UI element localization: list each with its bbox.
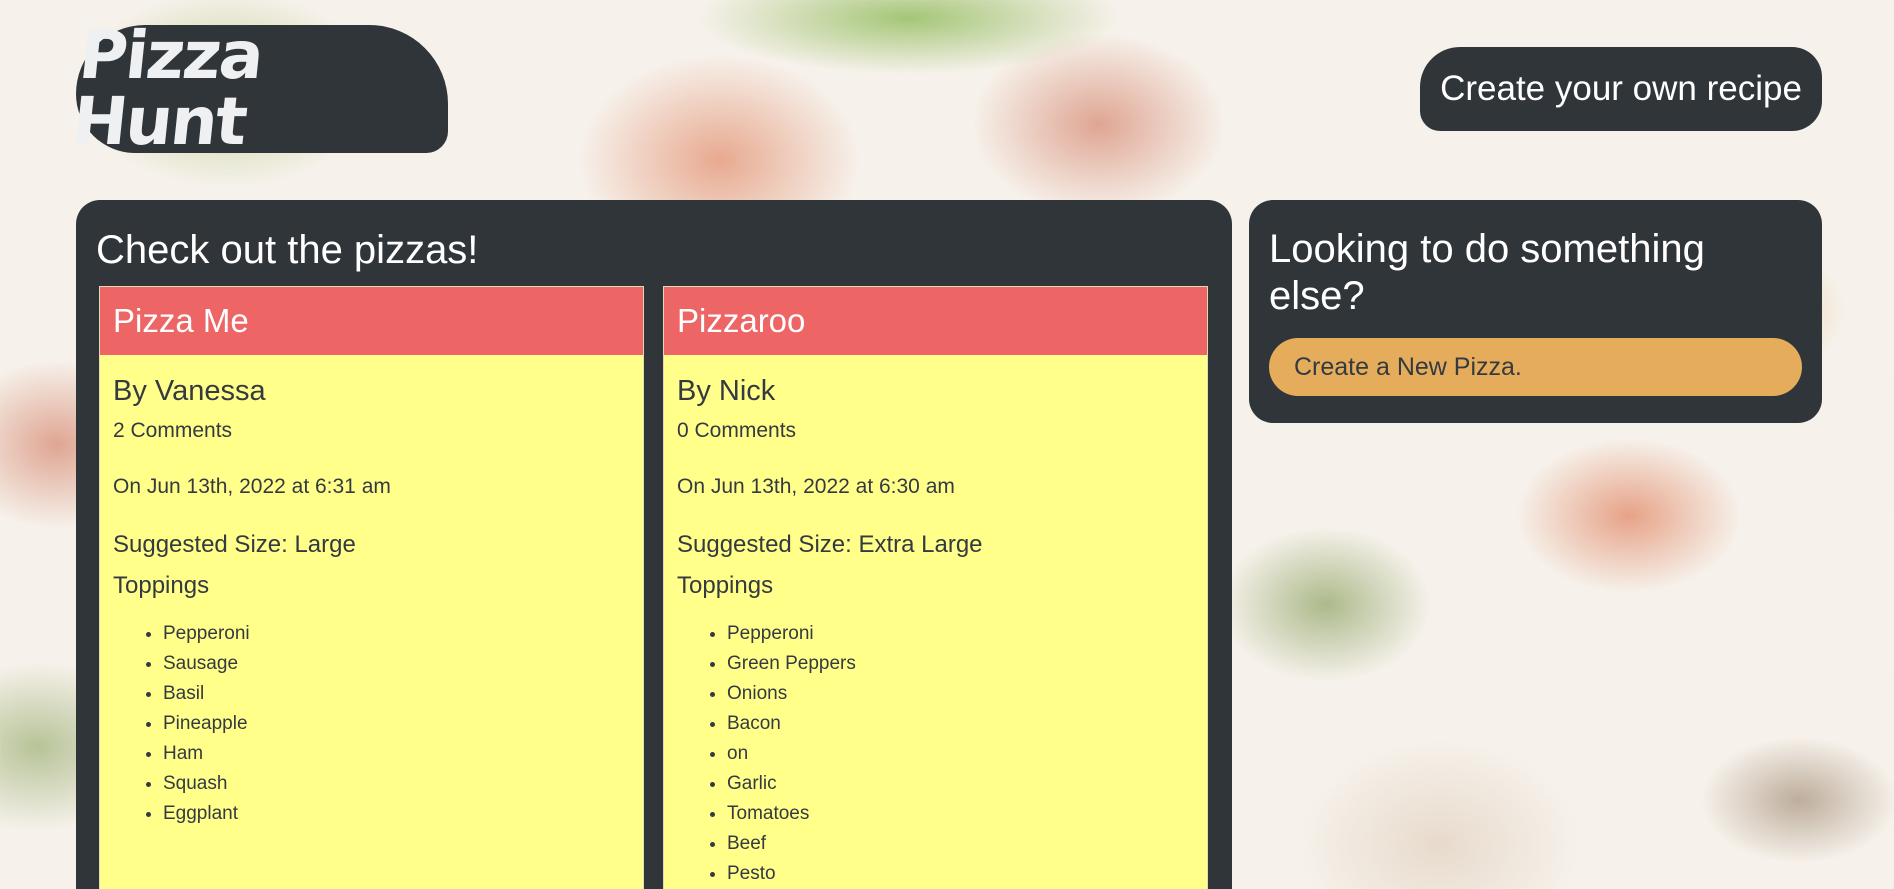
pizza-comments: 0 Comments: [677, 419, 797, 442]
pizza-date: On Jun 13th, 2022 at 6:31 am: [113, 475, 391, 498]
topping-item: Eggplant: [163, 799, 630, 829]
create-new-pizza-button[interactable]: Create a New Pizza.: [1269, 338, 1802, 396]
topping-item: Bacon: [727, 709, 1194, 739]
topping-item: Green Peppers: [727, 649, 1194, 679]
topping-item: Squash: [163, 769, 630, 799]
pizza-date: On Jun 13th, 2022 at 6:30 am: [677, 475, 955, 498]
panel-title: Check out the pizzas!: [96, 228, 479, 272]
pizza-card-body: By Vanessa 2 Comments On Jun 13th, 2022 …: [100, 355, 643, 849]
pizza-name[interactable]: Pizzaroo: [664, 287, 1207, 355]
pizza-size: Suggested Size: Extra Large: [677, 531, 983, 558]
pizza-list-panel: Check out the pizzas! Pizza Me By Vaness…: [76, 200, 1232, 889]
pizza-size: Suggested Size: Large: [113, 531, 356, 558]
toppings-label: Toppings: [677, 572, 774, 599]
toppings-list: Pepperoni Green Peppers Onions Bacon on …: [677, 619, 1194, 889]
pizza-card: Pizza Me By Vanessa 2 Comments On Jun 13…: [99, 286, 644, 889]
topping-item: on: [727, 739, 1194, 769]
pizza-card-body: By Nick 0 Comments On Jun 13th, 2022 at …: [664, 355, 1207, 889]
topping-item: Garlic: [727, 769, 1194, 799]
topping-item: Sausage: [163, 649, 630, 679]
topping-item: Beef: [727, 829, 1194, 859]
pizza-name[interactable]: Pizza Me: [100, 287, 643, 355]
topping-item: Pepperoni: [727, 619, 1194, 649]
topping-item: Pineapple: [163, 709, 630, 739]
topping-item: Ham: [163, 739, 630, 769]
side-panel: Looking to do something else? Create a N…: [1249, 200, 1822, 423]
pizza-comments: 2 Comments: [113, 419, 233, 442]
logo[interactable]: Pizza Hunt: [69, 17, 448, 160]
topping-item: Basil: [163, 679, 630, 709]
toppings-label: Toppings: [113, 572, 210, 599]
pizza-author: By Nick: [677, 375, 776, 407]
topping-item: Pepperoni: [163, 619, 630, 649]
pizza-author: By Vanessa: [113, 375, 266, 407]
create-recipe-link[interactable]: Create your own recipe: [1420, 47, 1822, 131]
header: Pizza Hunt Create your own recipe: [0, 0, 1894, 180]
side-panel-title: Looking to do something else?: [1269, 227, 1705, 318]
topping-item: Pesto: [727, 859, 1194, 889]
topping-item: Tomatoes: [727, 799, 1194, 829]
logo-text: Pizza Hunt: [68, 17, 266, 160]
pizza-card: Pizzaroo By Nick 0 Comments On Jun 13th,…: [663, 286, 1208, 889]
topping-item: Onions: [727, 679, 1194, 709]
toppings-list: Pepperoni Sausage Basil Pineapple Ham Sq…: [113, 619, 630, 829]
